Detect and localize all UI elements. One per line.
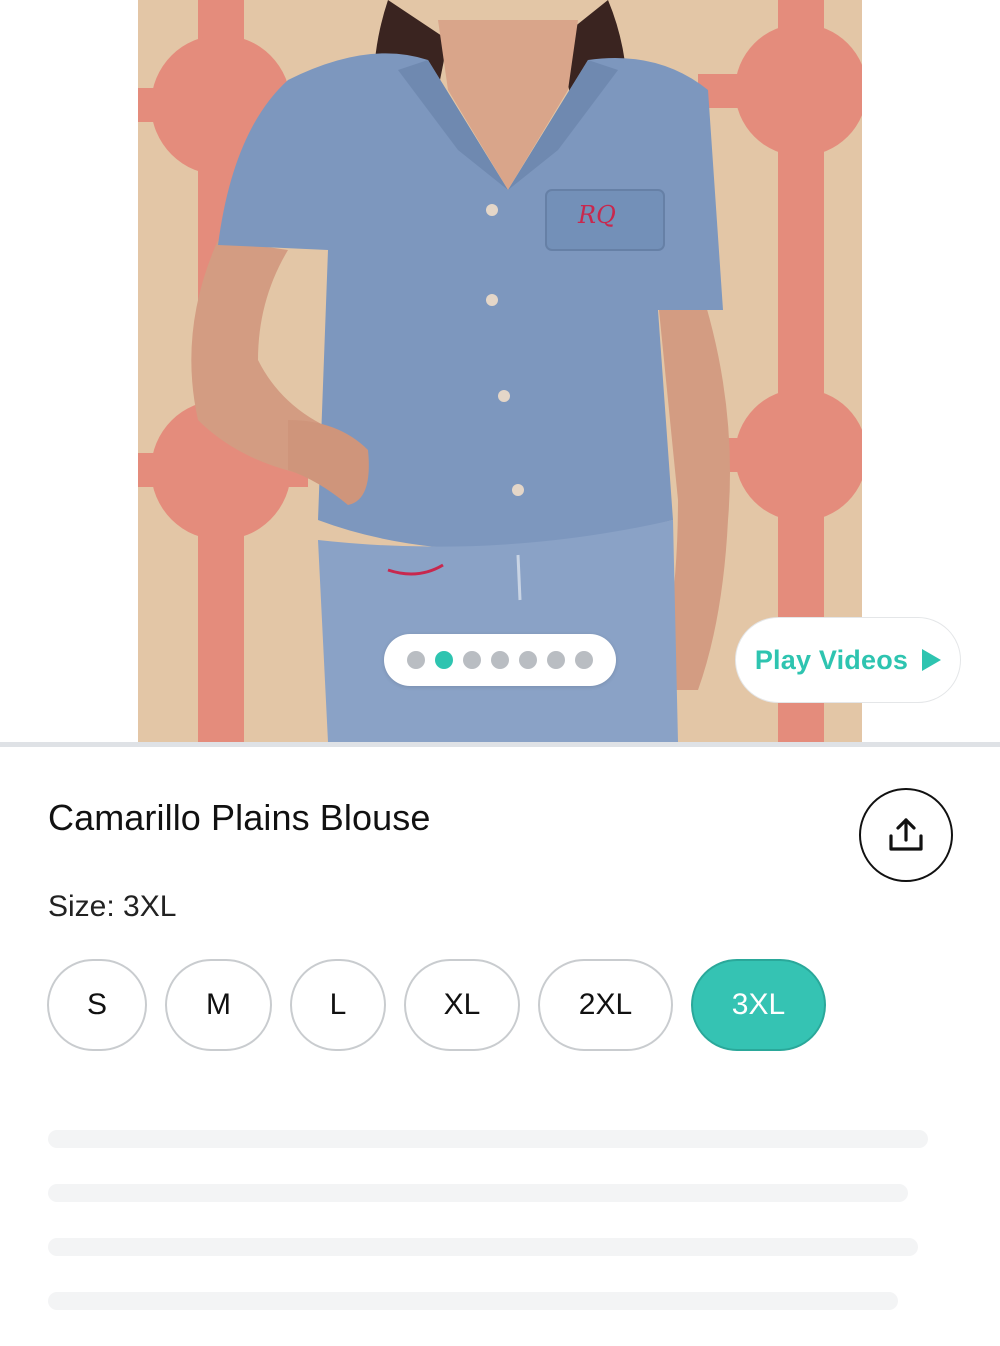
pocket-monogram-text: RQ bbox=[577, 201, 616, 229]
carousel-dot[interactable] bbox=[547, 651, 565, 669]
image-carousel-pager[interactable] bbox=[384, 634, 616, 686]
carousel-dot[interactable] bbox=[491, 651, 509, 669]
size-option-2xl[interactable]: 2XL bbox=[538, 959, 673, 1051]
size-option-s[interactable]: S bbox=[47, 959, 147, 1051]
play-videos-button[interactable]: Play Videos bbox=[735, 617, 961, 703]
product-gallery[interactable]: RQ Play Videos bbox=[0, 0, 1000, 743]
product-title: Camarillo Plains Blouse bbox=[48, 797, 431, 838]
size-label: Size: bbox=[48, 890, 115, 923]
carousel-dot[interactable] bbox=[463, 651, 481, 669]
size-option-l[interactable]: L bbox=[290, 959, 386, 1051]
carousel-dot[interactable] bbox=[407, 651, 425, 669]
carousel-dot[interactable] bbox=[519, 651, 537, 669]
size-option-3xl[interactable]: 3XL bbox=[691, 959, 826, 1051]
carousel-dot[interactable] bbox=[575, 651, 593, 669]
product-description-placeholder bbox=[48, 1130, 948, 1346]
play-icon bbox=[922, 649, 942, 671]
play-videos-label: Play Videos bbox=[754, 644, 909, 675]
selected-size-value: 3XL bbox=[123, 890, 177, 923]
share-button[interactable] bbox=[859, 788, 953, 882]
size-selector[interactable]: S M L XL 2XL 3XL bbox=[47, 959, 826, 1051]
description-line bbox=[48, 1292, 898, 1310]
size-option-m[interactable]: M bbox=[165, 959, 272, 1051]
share-upload-icon bbox=[889, 818, 923, 851]
description-line bbox=[48, 1184, 908, 1202]
size-indicator: Size: 3XL bbox=[48, 890, 176, 924]
size-option-xl[interactable]: XL bbox=[404, 959, 520, 1051]
description-line bbox=[48, 1238, 918, 1256]
section-divider bbox=[0, 742, 1000, 747]
carousel-dot-active[interactable] bbox=[435, 651, 453, 669]
description-line bbox=[48, 1130, 928, 1148]
